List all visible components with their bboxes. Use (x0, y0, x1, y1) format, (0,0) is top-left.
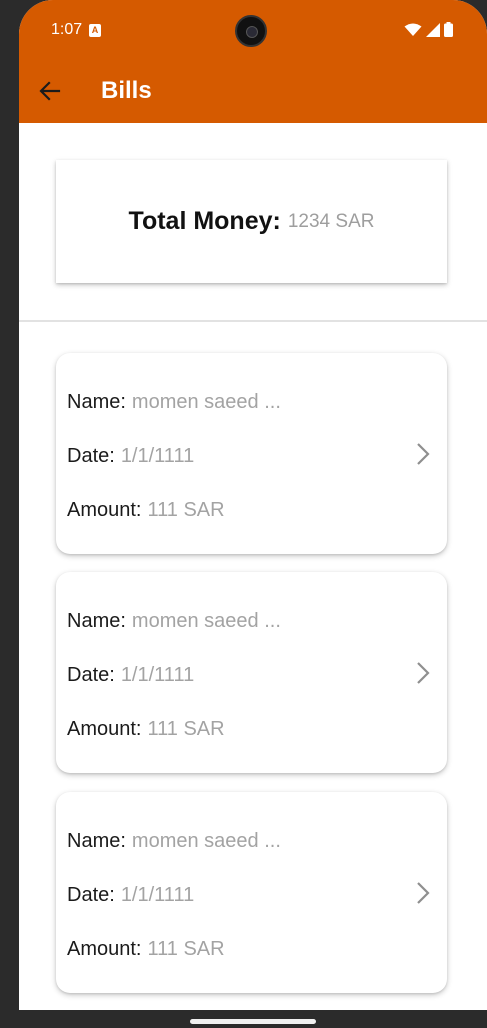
bill-date-row: Date: 1/1/1111 (67, 664, 194, 687)
wifi-icon (404, 23, 422, 36)
status-time: 1:07 (51, 21, 83, 38)
chevron-right-icon[interactable] (413, 660, 433, 686)
signal-icon (426, 22, 440, 37)
chevron-right-icon[interactable] (413, 441, 433, 467)
battery-icon (444, 22, 453, 37)
chevron-right-icon[interactable] (413, 880, 433, 906)
bill-name-label: Name: (67, 610, 126, 632)
bill-name-row: Name: momen saeed ... (67, 391, 281, 414)
bill-date-label: Date: (67, 664, 115, 686)
bill-date-row: Date: 1/1/1111 (67, 884, 194, 907)
bill-card[interactable]: Name: momen saeed ... Date: 1/1/1111 Amoun… (56, 353, 447, 554)
device-frame: 1:07 A Bills Total Money: 1234 SAR Name:… (0, 0, 487, 1028)
bill-date-value: 1/1/1111 (120, 884, 195, 906)
bill-date-value: 1/1/1111 (120, 664, 195, 686)
bill-amount-row: Amount: 111 SAR (67, 938, 225, 961)
total-money-value: 1234 SAR (287, 210, 375, 232)
app-bar: Bills (19, 62, 487, 123)
front-camera (235, 15, 267, 47)
bill-amount-value: 111 SAR (147, 718, 225, 740)
bill-amount-value: 111 SAR (147, 938, 225, 960)
bill-name-value: momen saeed ... (131, 610, 281, 632)
bill-amount-label: Amount: (67, 718, 142, 740)
bill-amount-label: Amount: (67, 499, 142, 521)
screen: 1:07 A Bills Total Money: 1234 SAR Name:… (19, 0, 487, 1010)
bill-name-value: momen saeed ... (131, 391, 281, 413)
bill-name-label: Name: (67, 391, 126, 413)
home-indicator[interactable] (190, 1019, 316, 1024)
bill-name-row: Name: momen saeed ... (67, 830, 281, 853)
page-title: Bills (101, 77, 152, 104)
bill-date-value: 1/1/1111 (120, 445, 195, 467)
bill-amount-row: Amount: 111 SAR (67, 499, 225, 522)
total-money-card: Total Money: 1234 SAR (56, 160, 447, 283)
bill-date-row: Date: 1/1/1111 (67, 445, 194, 468)
bill-name-value: momen saeed ... (131, 830, 281, 852)
bill-name-row: Name: momen saeed ... (67, 610, 281, 633)
notification-icon: A (89, 24, 101, 37)
arrow-back-icon[interactable] (37, 78, 63, 104)
bill-amount-value: 111 SAR (147, 499, 225, 521)
status-bar: 1:07 A (19, 0, 487, 62)
bill-amount-label: Amount: (67, 938, 142, 960)
total-money-label: Total Money: (128, 207, 281, 235)
bill-card[interactable]: Name: momen saeed ... Date: 1/1/1111 Amoun… (56, 792, 447, 993)
bill-name-label: Name: (67, 830, 126, 852)
bill-date-label: Date: (67, 884, 115, 906)
bill-date-label: Date: (67, 445, 115, 467)
status-icons (404, 22, 453, 37)
divider (19, 320, 487, 322)
bill-card[interactable]: Name: momen saeed ... Date: 1/1/1111 Amoun… (56, 572, 447, 773)
bill-amount-row: Amount: 111 SAR (67, 718, 225, 741)
